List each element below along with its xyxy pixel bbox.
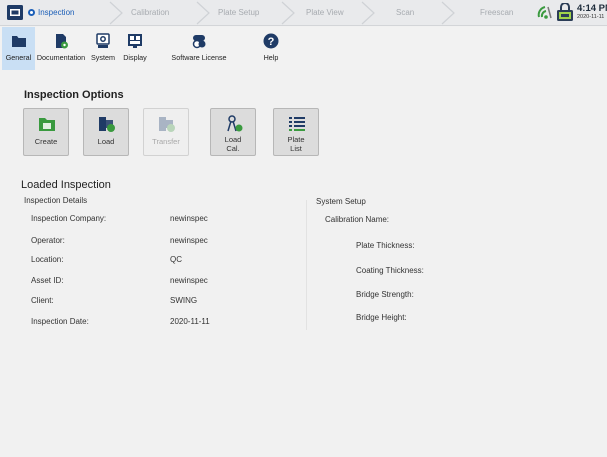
- inspection-company-label: Inspection Company:: [31, 214, 107, 223]
- wifi-icon[interactable]: [536, 4, 553, 21]
- tab-display[interactable]: Display: [119, 27, 151, 70]
- operator-value: newinspec: [170, 236, 208, 245]
- tab-system[interactable]: System: [87, 27, 119, 70]
- license-icon: [192, 35, 206, 49]
- clock: 4:14 PM 2020-11-11: [577, 3, 607, 21]
- folder-load-icon: [99, 117, 115, 132]
- clock-time: 4:14 PM: [577, 3, 607, 14]
- monitor-icon: [96, 33, 110, 48]
- folder-new-icon: [39, 118, 55, 131]
- document-icon: [56, 34, 68, 49]
- folder-transfer-icon: [159, 117, 175, 132]
- battery-icon[interactable]: [555, 3, 575, 22]
- bridge-height-label: Bridge Height:: [356, 313, 407, 322]
- display-icon: [128, 34, 142, 48]
- chevron-right-icon: [109, 1, 123, 25]
- asset-id-label: Asset ID:: [31, 276, 64, 285]
- loaded-inspection-title: Loaded Inspection: [21, 179, 111, 191]
- chevron-right-icon: [361, 1, 375, 25]
- plate-list-button[interactable]: Plate List: [273, 108, 319, 156]
- folder-icon: [11, 36, 26, 47]
- inspection-options-title: Inspection Options: [24, 89, 124, 101]
- workflow-step-freescan[interactable]: Freescan: [480, 0, 513, 26]
- client-value: SWING: [170, 296, 198, 305]
- tab-documentation[interactable]: Documentation: [35, 27, 87, 70]
- workflow-step-scan[interactable]: Scan: [396, 0, 414, 26]
- inspection-date-label: Inspection Date:: [31, 317, 89, 326]
- operator-label: Operator:: [31, 236, 65, 245]
- location-value: QC: [170, 255, 182, 264]
- chevron-right-icon: [441, 1, 455, 25]
- tab-help[interactable]: ? Help: [258, 27, 284, 70]
- workflow-step-plate-view[interactable]: Plate View: [306, 0, 344, 26]
- plate-thickness-label: Plate Thickness:: [356, 241, 415, 250]
- workflow-step-inspection[interactable]: Inspection: [28, 0, 74, 26]
- load-button[interactable]: Load: [83, 108, 129, 156]
- bridge-strength-label: Bridge Strength:: [356, 290, 414, 299]
- ribbon-toolbar: General Documentation System Display Sof…: [0, 27, 607, 70]
- client-label: Client:: [31, 296, 54, 305]
- workflow-step-plate-setup[interactable]: Plate Setup: [218, 0, 259, 26]
- asset-id-value: newinspec: [170, 276, 208, 285]
- svg-text:?: ?: [268, 36, 275, 48]
- clock-date: 2020-11-11: [577, 14, 605, 20]
- workflow-bar: Inspection Calibration Plate Setup Plate…: [0, 0, 607, 26]
- help-icon: ?: [263, 33, 279, 49]
- calibration-name-label: Calibration Name:: [325, 215, 390, 224]
- tab-software-license[interactable]: Software License: [151, 27, 247, 70]
- inspection-date-value: 2020-11-11: [170, 317, 210, 326]
- load-calibration-button[interactable]: Load Cal.: [210, 108, 256, 156]
- coating-thickness-label: Coating Thickness:: [356, 266, 424, 275]
- app-menu-icon[interactable]: [6, 4, 24, 21]
- plate-list-icon: [289, 117, 305, 131]
- load-calibration-icon: [227, 115, 243, 132]
- active-step-dot-icon: [28, 9, 35, 16]
- chevron-right-icon: [196, 1, 210, 25]
- chevron-right-icon: [281, 1, 295, 25]
- create-button[interactable]: Create: [23, 108, 69, 156]
- transfer-button[interactable]: Transfer: [143, 108, 189, 156]
- system-setup-title: System Setup: [316, 197, 366, 206]
- location-label: Location:: [31, 255, 64, 264]
- inspection-details-title: Inspection Details: [24, 196, 88, 205]
- section-divider: [306, 200, 307, 330]
- inspection-company-value: newinspec: [170, 214, 208, 223]
- tab-general[interactable]: General: [2, 27, 35, 70]
- workflow-step-calibration[interactable]: Calibration: [131, 0, 169, 26]
